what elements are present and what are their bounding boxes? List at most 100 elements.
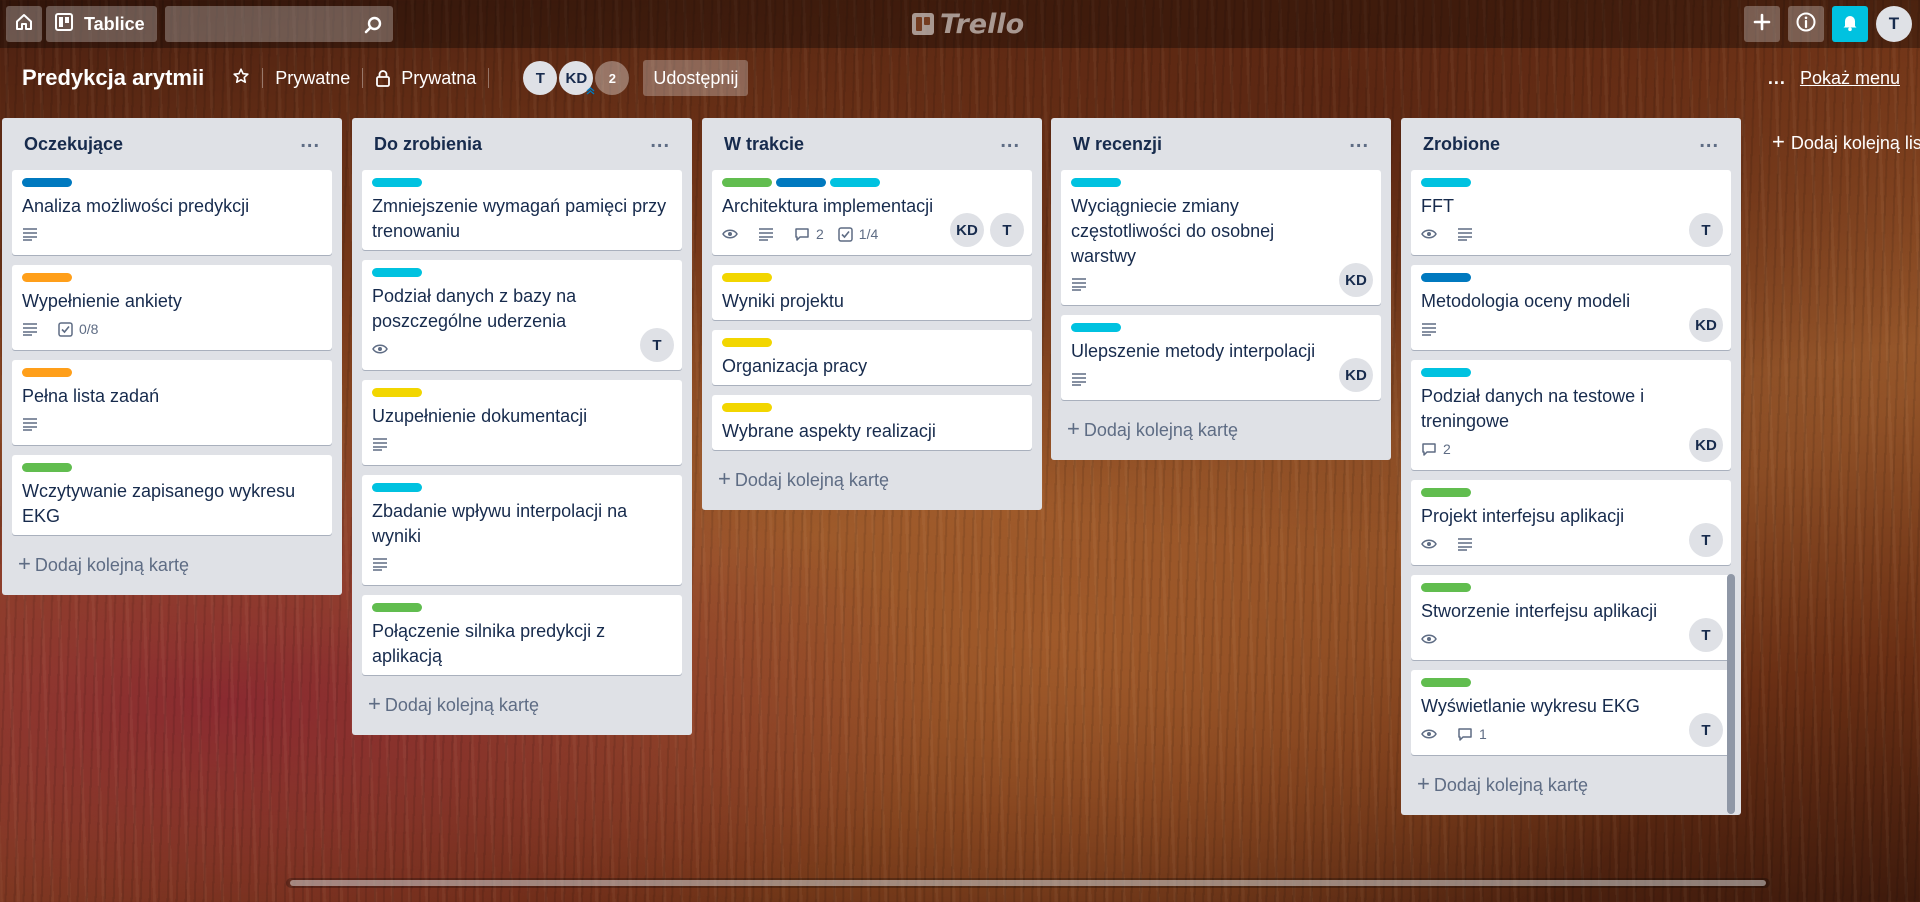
- list-title[interactable]: W trakcie: [724, 134, 804, 155]
- list-title[interactable]: Oczekujące: [24, 134, 123, 155]
- card-labels: [372, 178, 672, 188]
- label-yellow[interactable]: [722, 273, 772, 282]
- card[interactable]: Analiza możliwości predykcji: [12, 170, 332, 255]
- label-sky[interactable]: [1071, 178, 1121, 187]
- member-avatar[interactable]: KD: [1689, 308, 1723, 342]
- card[interactable]: Wypełnienie ankiety 0/8: [12, 265, 332, 350]
- card[interactable]: Wyniki projektu: [712, 265, 1032, 320]
- card[interactable]: Architektura implementacji 2 1/4 KD T: [712, 170, 1032, 255]
- list-title[interactable]: W recenzji: [1073, 134, 1162, 155]
- card[interactable]: Ulepszenie metody interpolacji KD: [1061, 315, 1381, 400]
- card[interactable]: Połączenie silnika predykcji z aplikacją: [362, 595, 682, 675]
- label-green[interactable]: [22, 463, 72, 472]
- label-orange[interactable]: [22, 273, 72, 282]
- card[interactable]: Zbadanie wpływu interpolacji na wyniki: [362, 475, 682, 585]
- label-blue[interactable]: [776, 178, 826, 187]
- trello-logo[interactable]: Trello: [912, 8, 1024, 40]
- add-card-button[interactable]: + Dodaj kolejną kartę: [1411, 765, 1731, 805]
- list-title[interactable]: Do zrobienia: [374, 134, 482, 155]
- add-card-button[interactable]: + Dodaj kolejną kartę: [12, 545, 332, 585]
- member-avatar[interactable]: T: [1689, 523, 1723, 557]
- divider: [362, 68, 364, 88]
- more-members-count[interactable]: 2: [595, 61, 630, 95]
- member-avatar[interactable]: T: [1689, 618, 1723, 652]
- list-menu-icon[interactable]: ...: [650, 130, 670, 153]
- label-orange[interactable]: [22, 368, 72, 377]
- add-card-button[interactable]: + Dodaj kolejną kartę: [362, 685, 682, 725]
- label-sky[interactable]: [372, 483, 422, 492]
- list-scrollbar[interactable]: [1727, 574, 1735, 814]
- share-button[interactable]: Udostępnij: [643, 60, 749, 96]
- create-button[interactable]: [1744, 6, 1780, 42]
- card[interactable]: Stworzenie interfejsu aplikacji T: [1411, 575, 1731, 660]
- home-button[interactable]: [6, 6, 42, 42]
- card[interactable]: Wyciągniecie zmiany częstotliwości do os…: [1061, 170, 1381, 305]
- member-avatar[interactable]: KD: [1339, 263, 1373, 297]
- list-title[interactable]: Zrobione: [1423, 134, 1500, 155]
- card[interactable]: Projekt interfejsu aplikacji T: [1411, 480, 1731, 565]
- card[interactable]: Wyświetlanie wykresu EKG 1 T: [1411, 670, 1731, 755]
- board-scrollbar-thumb[interactable]: [290, 880, 1766, 886]
- star-button[interactable]: [232, 67, 250, 90]
- card-labels: [1071, 323, 1371, 333]
- notifications-button[interactable]: [1832, 6, 1868, 42]
- card[interactable]: Uzupełnienie dokumentacji: [362, 380, 682, 465]
- card-title: Wybrane aspekty realizacji: [722, 421, 936, 441]
- card-badges: [1421, 624, 1721, 654]
- label-green[interactable]: [1421, 583, 1471, 592]
- member-avatar[interactable]: T: [640, 328, 674, 362]
- list-menu-icon[interactable]: ...: [300, 130, 320, 153]
- list-menu-icon[interactable]: ...: [1000, 130, 1020, 153]
- member-avatar[interactable]: KD: [1689, 428, 1723, 462]
- info-button[interactable]: [1788, 6, 1824, 42]
- label-green[interactable]: [1421, 488, 1471, 497]
- label-sky[interactable]: [830, 178, 880, 187]
- card[interactable]: Podział danych na testowe i treningowe 2 K…: [1411, 360, 1731, 470]
- member-avatar[interactable]: T: [1689, 213, 1723, 247]
- member-avatar[interactable]: KD: [950, 213, 984, 247]
- show-menu-button[interactable]: ... Pokaż menu: [1768, 68, 1900, 89]
- user-avatar[interactable]: T: [1876, 6, 1912, 42]
- label-sky[interactable]: [1071, 323, 1121, 332]
- card[interactable]: FFT T: [1411, 170, 1731, 255]
- list-menu-icon[interactable]: ...: [1699, 130, 1719, 153]
- card[interactable]: Organizacja pracy: [712, 330, 1032, 385]
- label-sky[interactable]: [1421, 178, 1471, 187]
- card-labels: [1421, 488, 1721, 498]
- card[interactable]: Pełna lista zadań: [12, 360, 332, 445]
- card[interactable]: Wczytywanie zapisanego wykresu EKG: [12, 455, 332, 535]
- card[interactable]: Metodologia oceny modeli KD: [1411, 265, 1731, 350]
- label-sky[interactable]: [372, 178, 422, 187]
- card[interactable]: Zmniejszenie wymagań pamięci przy trenow…: [362, 170, 682, 250]
- list-menu-icon[interactable]: ...: [1349, 130, 1369, 153]
- search-input[interactable]: [164, 6, 393, 42]
- member-avatar[interactable]: T: [1689, 713, 1723, 747]
- member-avatar[interactable]: KD: [1339, 358, 1373, 392]
- label-green[interactable]: [1421, 678, 1471, 687]
- label-sky[interactable]: [1421, 368, 1471, 377]
- label-blue[interactable]: [1421, 273, 1471, 282]
- team-visibility-button[interactable]: Prywatne: [275, 68, 350, 89]
- add-card-button[interactable]: + Dodaj kolejną kartę: [712, 460, 1032, 500]
- member-avatar[interactable]: T: [523, 61, 558, 95]
- add-card-button[interactable]: + Dodaj kolejną kartę: [1061, 410, 1381, 450]
- label-yellow[interactable]: [722, 403, 772, 412]
- member-avatar[interactable]: T: [990, 213, 1024, 247]
- board-header: Predykcja arytmii Prywatne Prywatna T KD…: [0, 56, 1920, 100]
- privacy-label: Prywatna: [401, 67, 477, 88]
- board-title[interactable]: Predykcja arytmii: [22, 65, 204, 91]
- add-list-button[interactable]: + Dodaj kolejną listę: [1772, 129, 1920, 155]
- label-yellow[interactable]: [372, 388, 422, 397]
- label-sky[interactable]: [372, 268, 422, 277]
- label-blue[interactable]: [22, 178, 72, 187]
- boards-button[interactable]: Tablice: [46, 6, 157, 42]
- privacy-button[interactable]: Prywatna: [375, 68, 476, 89]
- label-green[interactable]: [722, 178, 772, 187]
- card[interactable]: Podział danych z bazy na poszczególne ud…: [362, 260, 682, 370]
- list-1: Do zrobienia... Zmniejszenie wymagań pami…: [352, 118, 692, 735]
- label-yellow[interactable]: [722, 338, 772, 347]
- label-green[interactable]: [372, 603, 422, 612]
- member-avatar[interactable]: KD: [559, 61, 595, 95]
- card-badges: [1071, 364, 1371, 394]
- card[interactable]: Wybrane aspekty realizacji: [712, 395, 1032, 450]
